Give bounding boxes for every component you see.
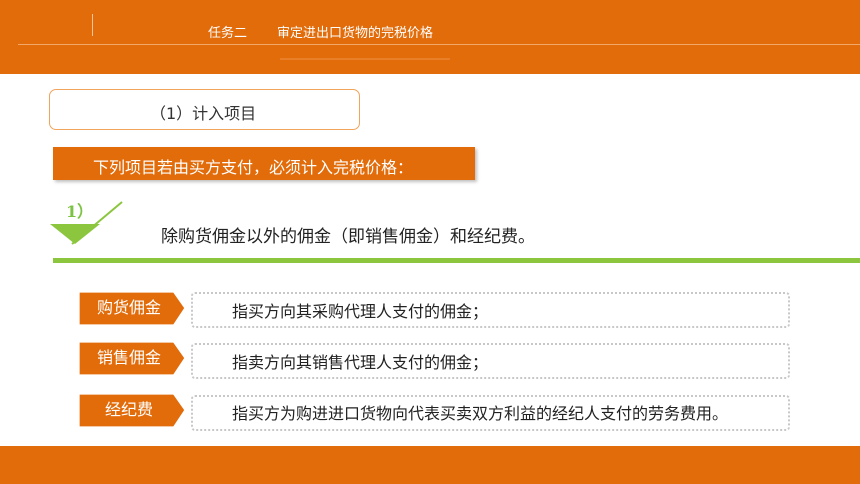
tag-label-brokerage-fee: 经纪费 (104, 400, 153, 419)
point-marker-number: 1） (66, 202, 94, 221)
description-text: 指买方向其采购代理人支付的佣金； (232, 302, 489, 321)
header-rule (18, 44, 860, 45)
green-divider (53, 258, 860, 263)
point-text: 除购货佣金以外的佣金（即销售佣金）和经纪费。 (161, 227, 535, 247)
tag-label-sales-commission: 销售佣金 (96, 348, 161, 367)
header-title: 审定进出口货物的完税价格 (277, 26, 434, 41)
header-divider (92, 14, 93, 36)
footer-bar (0, 446, 860, 484)
header-decoration (280, 58, 450, 60)
header-task-label: 任务二 (208, 26, 248, 41)
section-label: （1）计入项目 (150, 104, 257, 123)
description-text: 指卖方向其销售代理人支付的佣金； (232, 353, 489, 372)
banner-text: 下列项目若由买方支付，必须计入完税价格： (93, 158, 414, 177)
tag-label-purchase-commission: 购货佣金 (96, 298, 161, 317)
description-text: 指买方为购进进口货物向代表买卖双方利益的经纪人支付的劳务费用。 (232, 404, 729, 423)
